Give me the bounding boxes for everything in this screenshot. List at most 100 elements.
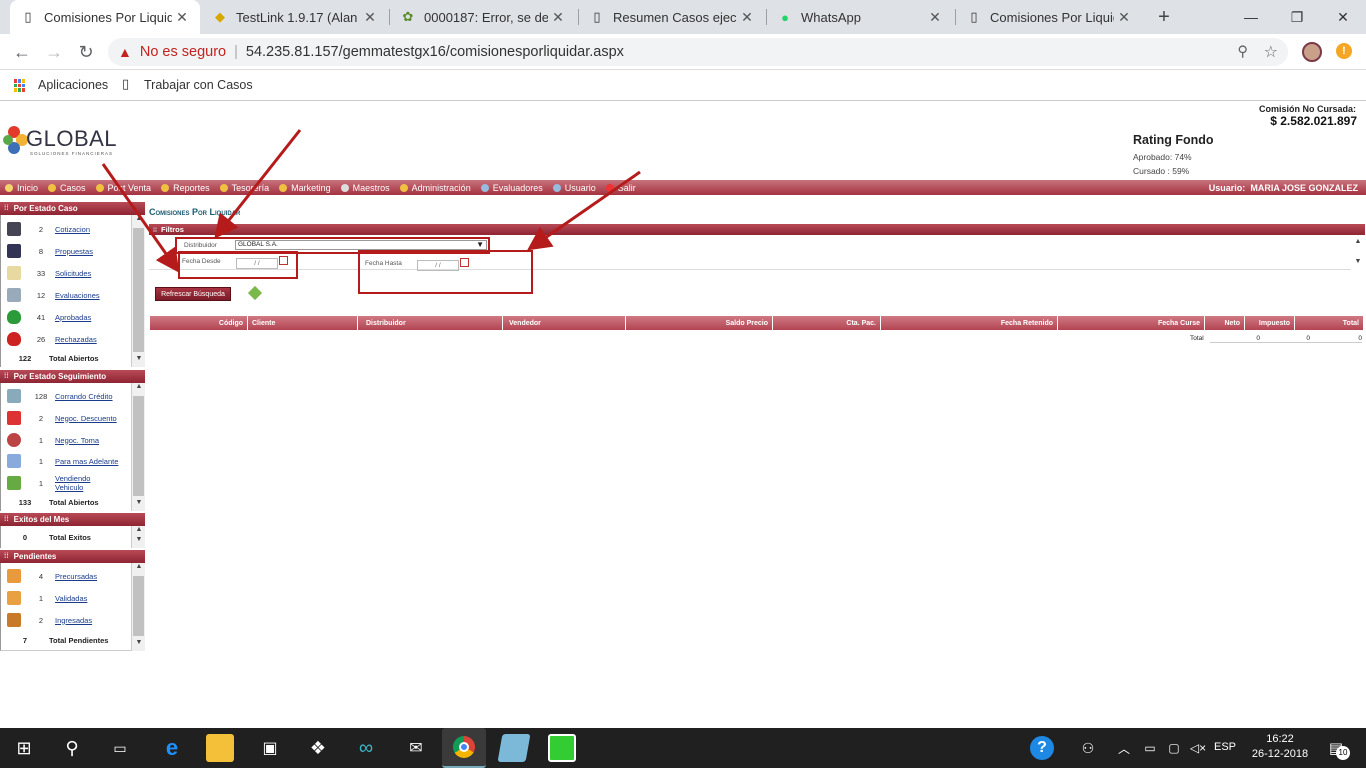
close-icon[interactable]: ✕ — [925, 9, 945, 26]
file-explorer-icon[interactable] — [206, 734, 234, 762]
tab-comisiones-active[interactable]: ▯ Comisiones Por Liquida ✕ — [10, 0, 200, 34]
star-icon[interactable]: ☆ — [1264, 42, 1278, 62]
row-count: 2 — [38, 615, 44, 625]
windows-start-icon[interactable]: ⊞ — [10, 734, 38, 762]
list-item: 1 Vendiendo Vehiculo — [1, 472, 132, 494]
scroll-down-icon[interactable]: ▼ — [132, 355, 146, 367]
scroll-up-icon[interactable]: ▲ — [132, 383, 146, 395]
store-icon[interactable]: ▣ — [256, 734, 284, 762]
search-icon[interactable]: ⚲ — [58, 734, 86, 762]
security-label[interactable]: No es seguro — [140, 44, 226, 60]
alert-icon[interactable]: ! — [1336, 43, 1352, 59]
link-aprobadas[interactable]: Aprobadas — [55, 313, 91, 322]
scroll-down-icon[interactable]: ▼ — [1351, 258, 1365, 270]
close-icon[interactable]: ✕ — [172, 9, 192, 26]
chevron-up-icon[interactable]: ︿ — [1110, 734, 1138, 762]
tab-mantis[interactable]: ✿ 0000187: Error, se desp ✕ — [390, 0, 576, 34]
col-distribuidor[interactable]: Distribuidor — [358, 316, 503, 330]
col-cliente[interactable]: Cliente — [248, 316, 358, 330]
notifications-icon[interactable]: ▤10 — [1322, 734, 1350, 762]
col-codigo[interactable]: Código — [150, 316, 248, 330]
tab-testlink[interactable]: ◆ TestLink 1.9.17 (Alan Tu ✕ — [202, 0, 388, 34]
col-impuesto[interactable]: Impuesto — [1245, 316, 1295, 330]
arduino-icon[interactable]: ∞ — [352, 734, 380, 762]
col-neto[interactable]: Neto — [1205, 316, 1245, 330]
tab-resumen[interactable]: ▯ Resumen Casos ejecuta ✕ — [579, 0, 765, 34]
dropbox-icon[interactable]: ❖ — [304, 734, 332, 762]
link-negoc-descuento[interactable]: Negoc. Descuento — [55, 414, 117, 423]
reload-icon[interactable]: ↻ — [72, 38, 100, 66]
panel-title: Por Estado Seguimiento — [13, 372, 107, 381]
panel-title: Exitos del Mes — [13, 515, 70, 524]
tab-whatsapp[interactable]: ● WhatsApp ✕ — [767, 0, 953, 34]
url-text[interactable]: 54.235.81.157/gemmatestgx16/comisionespo… — [246, 44, 624, 60]
edge-icon[interactable]: e — [158, 734, 186, 762]
bookmark-apps[interactable]: Aplicaciones — [38, 78, 108, 92]
minimize-icon[interactable]: — — [1228, 0, 1274, 34]
refrescar-busqueda-button[interactable]: Refrescar Búsqueda — [155, 287, 231, 301]
close-icon[interactable]: ✕ — [360, 9, 380, 26]
link-rechazadas[interactable]: Rechazadas — [55, 335, 97, 344]
close-icon[interactable]: ✕ — [737, 9, 757, 26]
totals-row: Total 0 0 0 — [150, 332, 1363, 344]
discount-tag-icon — [7, 411, 21, 425]
language-indicator[interactable]: ESP — [1214, 741, 1236, 753]
shield-check-icon — [7, 310, 21, 324]
tab-comisiones-2[interactable]: ▯ Comisiones Por Liquida ✕ — [956, 0, 1142, 34]
mail-icon[interactable]: ✉ — [402, 734, 430, 762]
user-label: Usuario: — [1208, 182, 1246, 193]
link-vendiendo-vehiculo[interactable]: Vendiendo Vehiculo — [55, 474, 97, 492]
testlink-icon: ◆ — [215, 9, 225, 24]
bookmark-trabajar-casos[interactable]: Trabajar con Casos — [144, 78, 253, 92]
back-icon[interactable]: ← — [8, 38, 36, 66]
link-corrando-credito[interactable]: Corrando Crédito — [55, 392, 113, 401]
results-table-header: Código Cliente Distribuidor Vendedor Sal… — [150, 316, 1363, 330]
task-view-icon[interactable]: ▭ — [106, 734, 134, 762]
scroll-thumb[interactable] — [133, 576, 144, 636]
col-cta-pac[interactable]: Cta. Pac. — [773, 316, 881, 330]
people-icon[interactable]: ⚇ — [1074, 734, 1102, 762]
col-fecha-retenido[interactable]: Fecha Retenido — [881, 316, 1058, 330]
new-tab-button[interactable]: + — [1152, 5, 1176, 29]
link-ingresadas[interactable]: Ingresadas — [55, 616, 92, 625]
row-count: 128 — [34, 391, 48, 401]
comision-label: Comisión No Cursada: — [1258, 104, 1356, 114]
link-precursadas[interactable]: Precursadas — [55, 572, 97, 581]
forward-icon[interactable]: → — [40, 38, 68, 66]
scroll-up-icon[interactable]: ▲ — [132, 563, 146, 575]
scroll-up-icon[interactable]: ▲ — [1351, 238, 1365, 250]
clock[interactable]: 16:22 26-12-2018 — [1250, 733, 1310, 760]
books-icon — [7, 613, 21, 627]
filtros-scrollbar[interactable]: ▲ ▼ — [1351, 236, 1365, 270]
address-bar[interactable]: ▲ No es seguro | 54.235.81.157/gemmatest… — [108, 38, 1288, 66]
panel-seguimiento: 128 Corrando Crédito 2 Negoc. Descuento 1 N… — [0, 383, 145, 511]
browser-toolbar: ← → ↻ ▲ No es seguro | 54.235.81.157/gem… — [0, 34, 1366, 70]
volume-muted-icon[interactable]: ◁× — [1184, 734, 1212, 762]
scroll-down-icon[interactable]: ▼ — [132, 499, 146, 511]
notes-app-icon[interactable] — [497, 734, 531, 762]
restore-icon[interactable]: ❐ — [1274, 0, 1320, 34]
close-icon[interactable]: ✕ — [548, 9, 568, 26]
col-saldo-precio[interactable]: Saldo Precio — [626, 316, 773, 330]
col-total[interactable]: Total — [1295, 316, 1363, 330]
close-icon[interactable]: ✕ — [1114, 9, 1134, 26]
link-validadas[interactable]: Validadas — [55, 594, 87, 603]
close-window-icon[interactable]: ✕ — [1320, 0, 1366, 34]
col-fecha-curse[interactable]: Fecha Curse — [1058, 316, 1205, 330]
scroll-down-icon[interactable]: ▼ — [132, 536, 146, 548]
scrollbar[interactable]: ▲ ▼ — [131, 383, 145, 511]
avatar[interactable] — [1302, 42, 1322, 62]
zoom-icon[interactable]: ⚲ — [1237, 44, 1248, 60]
chrome-icon[interactable] — [442, 728, 486, 768]
col-vendedor[interactable]: Vendedor — [503, 316, 626, 330]
scroll-down-icon[interactable]: ▼ — [132, 639, 146, 651]
link-para-mas-adelante[interactable]: Para mas Adelante — [55, 457, 118, 466]
help-icon[interactable]: ? — [1030, 736, 1054, 760]
camtasia-icon[interactable] — [548, 734, 576, 762]
link-negoc-toma[interactable]: Negoc. Toma — [55, 436, 99, 445]
scroll-thumb[interactable] — [133, 396, 144, 496]
total-label: Total Pendientes — [49, 635, 109, 645]
scrollbar[interactable]: ▲ ▼ — [131, 526, 145, 548]
scrollbar[interactable]: ▲ ▼ — [131, 563, 145, 651]
tab-title: Comisiones Por Liquida — [990, 9, 1114, 25]
